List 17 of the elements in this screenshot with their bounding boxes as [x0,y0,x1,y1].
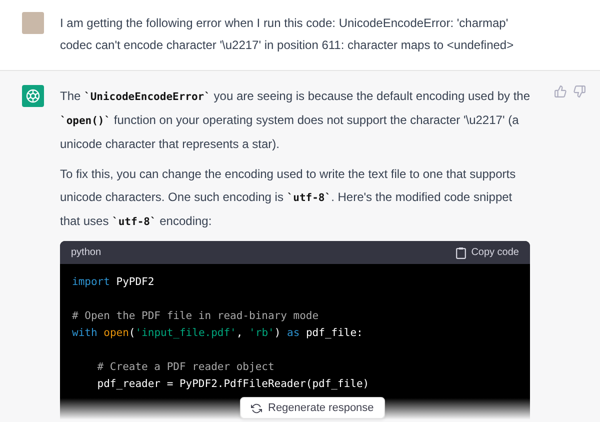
code-line: with open('input_file.pdf', 'rb') as pdf_file: [72,326,364,341]
refresh-icon [251,402,262,414]
thumbs-down-icon[interactable] [573,85,586,98]
code-line: # Open the PDF file in read-binary mode [72,309,320,324]
thumbs-up-icon[interactable] [554,85,567,98]
assistant-logo-icon [22,85,44,107]
user-message-text: I am getting the following error when I run this code: UnicodeEncodeError: 'charmap' codec can't encode character '\u2217' in position 611: character maps to <undefined> [60,15,515,54]
clipboard-icon [456,246,466,258]
code-line: import PyPDF2 [72,275,156,290]
regenerate-response-button[interactable]: Regenerate response [240,397,385,419]
code-line: pdf_reader = PyPDF2.PdfFileReader(pdf_file) [96,377,370,392]
code-language-label: python [71,247,102,258]
answer-paragraph: The `UnicodeEncodeError` you are seeing is because the default encoding used by the `open()` function on your operating system does not support the character '\u2217' (a unicode character that represents a star). [60,88,530,153]
code-line: # Create a PDF reader object [96,360,276,375]
user-avatar-photo-placeholder [22,12,44,34]
answer-paragraph: To fix this, you can change the encoding used to write the text file to one that supports unicode characters. One such encoding is `utf-8`. Here's the modified code snippet that uses `utf-8` encoding: [60,166,517,230]
copy-code-button[interactable]: Copy code [456,246,519,258]
